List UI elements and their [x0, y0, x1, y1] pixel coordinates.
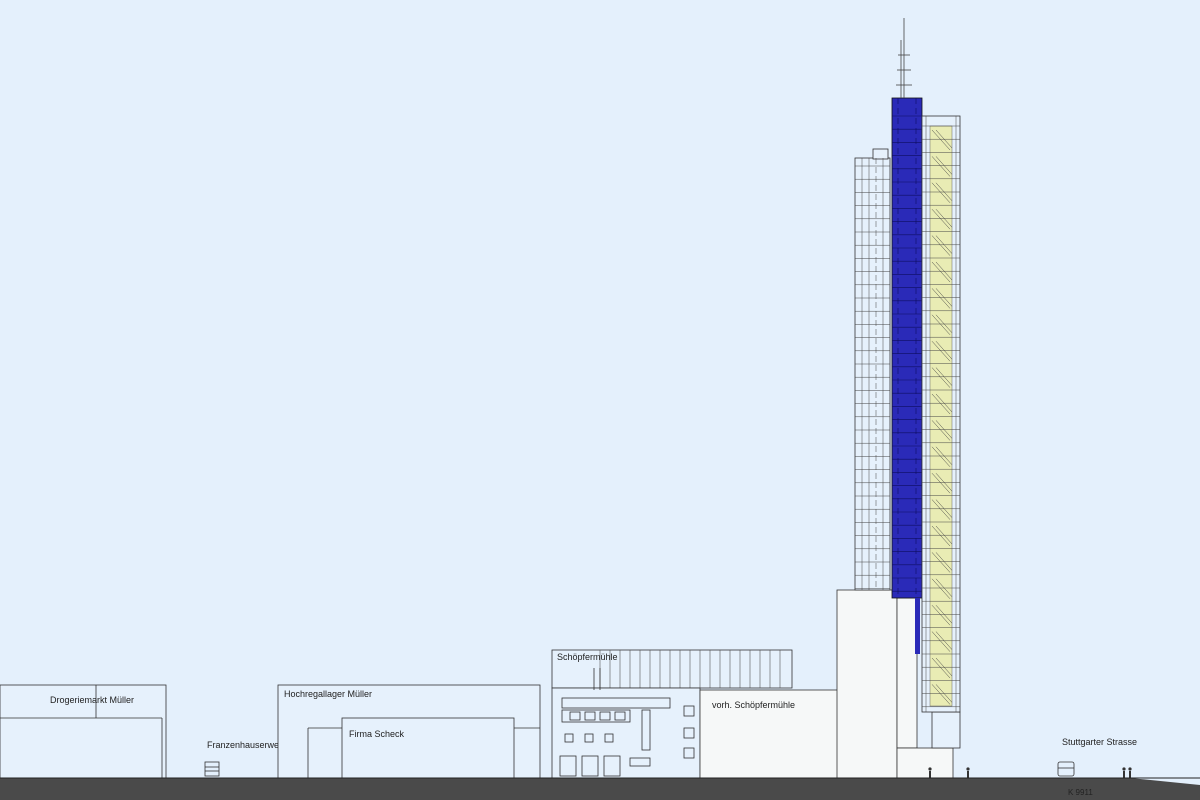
tower-blue-core [891, 97, 923, 654]
ground [0, 778, 1200, 800]
label-franzenhauserweg: Franzenhauserweg [207, 740, 284, 750]
tower-left-wing [854, 148, 891, 591]
label-hochregallager: Hochregallager Müller [284, 689, 372, 699]
label-schoepfermuehle: Schöpfermühle [557, 652, 618, 662]
label-firma-scheck: Firma Scheck [349, 729, 405, 739]
label-road-code: K 9911 [1068, 788, 1093, 797]
elevation-drawing: Drogeriemarkt Müller Franzenhauserweg Ho… [0, 0, 1200, 800]
label-stuttgarter-strasse: Stuttgarter Strasse [1062, 737, 1137, 747]
label-vorh-schoepfermuehle: vorh. Schöpfermühle [712, 700, 795, 710]
label-drogeriemarkt: Drogeriemarkt Müller [50, 695, 134, 705]
tower-right-wing [921, 115, 961, 713]
